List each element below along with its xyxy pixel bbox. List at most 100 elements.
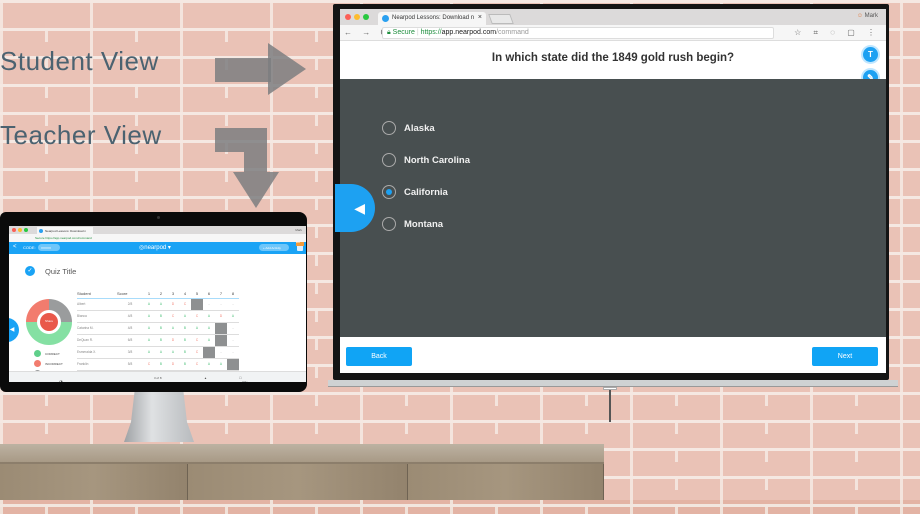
teacher-url[interactable]: Secure https://app.nearpod.com/command	[9, 234, 306, 242]
answer-cell: A	[143, 346, 155, 359]
answer-cell: B	[155, 334, 167, 347]
answer-cell: D	[167, 358, 179, 371]
current-question-cell	[203, 346, 215, 359]
tab-title: Nearpod Lessons: Download n	[392, 15, 475, 21]
student-score: 2/8	[117, 298, 143, 311]
answer-cell: C	[191, 334, 203, 347]
maximize-window-icon[interactable]	[363, 14, 369, 20]
answer-cell: C	[191, 346, 203, 359]
student-name: DeQuan R.	[77, 334, 117, 347]
table-row[interactable]: DeQuan R. 6/8 A B D B C A -	[77, 334, 239, 347]
legend-label: INCORRECT	[45, 361, 63, 366]
teacher-profile-name[interactable]: Mark	[295, 228, 302, 232]
secure-label: Secure	[392, 29, 415, 36]
student-browser: Nearpod Lessons: Download n × ☺ Mark ← →…	[340, 9, 886, 373]
table-header: Student Score 1 2 3 4 5 6 7 8	[77, 289, 239, 299]
back-button[interactable]: Back	[346, 347, 412, 366]
code-pill[interactable]: XXXXX	[38, 244, 60, 251]
option-california[interactable]: California	[382, 185, 448, 199]
table-row[interactable]: Franklin 5/8 C B D B C A A	[77, 358, 239, 371]
answer-cell: A	[203, 310, 215, 323]
radio-button[interactable]	[382, 121, 396, 135]
column-header: 8	[227, 289, 239, 299]
maximize-window-icon[interactable]	[24, 228, 28, 232]
new-tab-button[interactable]	[488, 14, 514, 24]
option-north-carolina[interactable]: North Carolina	[382, 153, 470, 167]
teacher-tab-title[interactable]: Nearpod Lessons: Download n	[37, 227, 93, 234]
column-header: 3	[167, 289, 179, 299]
url-path: /command	[496, 29, 529, 36]
close-window-icon[interactable]	[12, 228, 16, 232]
teacher-footer: 👥︎ 14 3 of 8 ▲ ☐ Hide Student Names	[9, 371, 306, 382]
option-label: California	[404, 186, 448, 198]
radio-button-selected[interactable]	[382, 185, 396, 199]
results-pie-chart: Share	[26, 299, 72, 345]
answer-cell: B	[179, 358, 191, 371]
monitor-stand	[124, 392, 194, 442]
answer-cell: A	[203, 334, 215, 347]
teacher-sidebar-toggle[interactable]: ◀	[9, 318, 19, 342]
answer-cell: A	[155, 346, 167, 359]
table-row[interactable]: Bianca 4/8 A B C A C A D A	[77, 310, 239, 323]
student-name: Bianca	[77, 310, 117, 323]
browser-toolbar-icons[interactable]: ☆ ⌗ ◌ ▢ ⋮	[794, 28, 880, 38]
student-name: Esmeralda X.	[77, 346, 117, 359]
arrow-right-head-icon	[268, 43, 306, 95]
option-montana[interactable]: Montana	[382, 217, 443, 231]
answer-cell: A	[227, 310, 239, 323]
table-row[interactable]: Esmeralda X. 3/8 A A A B C - -	[77, 346, 239, 359]
page-indicator: 3 of 8	[154, 376, 162, 380]
arrow-down-head-icon	[233, 172, 279, 208]
teacher-view-label: Teacher View	[0, 120, 162, 150]
desk-top	[0, 444, 604, 464]
hide-student-names-toggle[interactable]: ☐ Hide Student Names	[239, 376, 248, 382]
table-row[interactable]: Albert 2/8 A A D C - - -	[77, 298, 239, 311]
collapse-icon[interactable]: ▲	[204, 376, 207, 380]
share-button[interactable]: Share	[40, 313, 58, 331]
table-row[interactable]: Catarina M. 4/8 A B A B A A -	[77, 322, 239, 335]
current-question-cell	[227, 358, 239, 371]
back-chevron-icon[interactable]: <	[13, 244, 17, 250]
minimize-window-icon[interactable]	[18, 228, 22, 232]
student-view-label: Student View	[0, 46, 159, 76]
arrow-elbow-icon	[215, 128, 267, 152]
minimize-window-icon[interactable]	[354, 14, 360, 20]
student-name: Catarina M.	[77, 322, 117, 335]
column-header: Score	[117, 289, 143, 299]
beta-badge: beta	[296, 242, 304, 246]
legend-swatch	[34, 350, 41, 357]
column-header: 4	[179, 289, 191, 299]
student-score: 5/8	[117, 358, 143, 371]
browser-tab[interactable]: Nearpod Lessons: Download n ×	[378, 12, 486, 25]
text-tool-icon[interactable]: T	[863, 47, 878, 62]
nearpod-logo[interactable]: ◎nearpod ▾	[139, 244, 171, 251]
option-label: North Carolina	[404, 154, 470, 166]
answer-cell: A	[203, 358, 215, 371]
arrow-right-icon	[215, 58, 271, 82]
url-scheme: https://	[420, 29, 442, 36]
legend-incorrect: INCORRECT	[34, 360, 63, 367]
desk-drawer	[0, 464, 188, 500]
add-activity-button[interactable]: + Add Activity	[259, 244, 289, 251]
nearpod-favicon-icon	[382, 15, 389, 22]
answer-cell: A	[167, 322, 179, 335]
address-bar-row: ← → C 🔒︎ Secure | https://app.nearpod.co…	[340, 25, 886, 41]
column-header: 1	[143, 289, 155, 299]
answer-cell: -	[203, 298, 215, 311]
student-score: 4/8	[117, 310, 143, 323]
answer-cell: C	[191, 310, 203, 323]
tab-close-icon[interactable]: ×	[478, 14, 482, 21]
legend-swatch	[34, 360, 41, 367]
next-button[interactable]: Next	[812, 347, 878, 366]
answer-cell: B	[155, 310, 167, 323]
answer-cell: B	[179, 322, 191, 335]
url-input[interactable]: 🔒︎ Secure | https://app.nearpod.com/comm…	[382, 27, 774, 39]
answer-cell: -	[227, 334, 239, 347]
answer-cell: -	[215, 346, 227, 359]
radio-button[interactable]	[382, 153, 396, 167]
column-header: 7	[215, 289, 227, 299]
option-alaska[interactable]: Alaska	[382, 121, 435, 135]
close-window-icon[interactable]	[345, 14, 351, 20]
profile-button[interactable]: ☺ Mark	[857, 13, 878, 19]
radio-button[interactable]	[382, 217, 396, 231]
